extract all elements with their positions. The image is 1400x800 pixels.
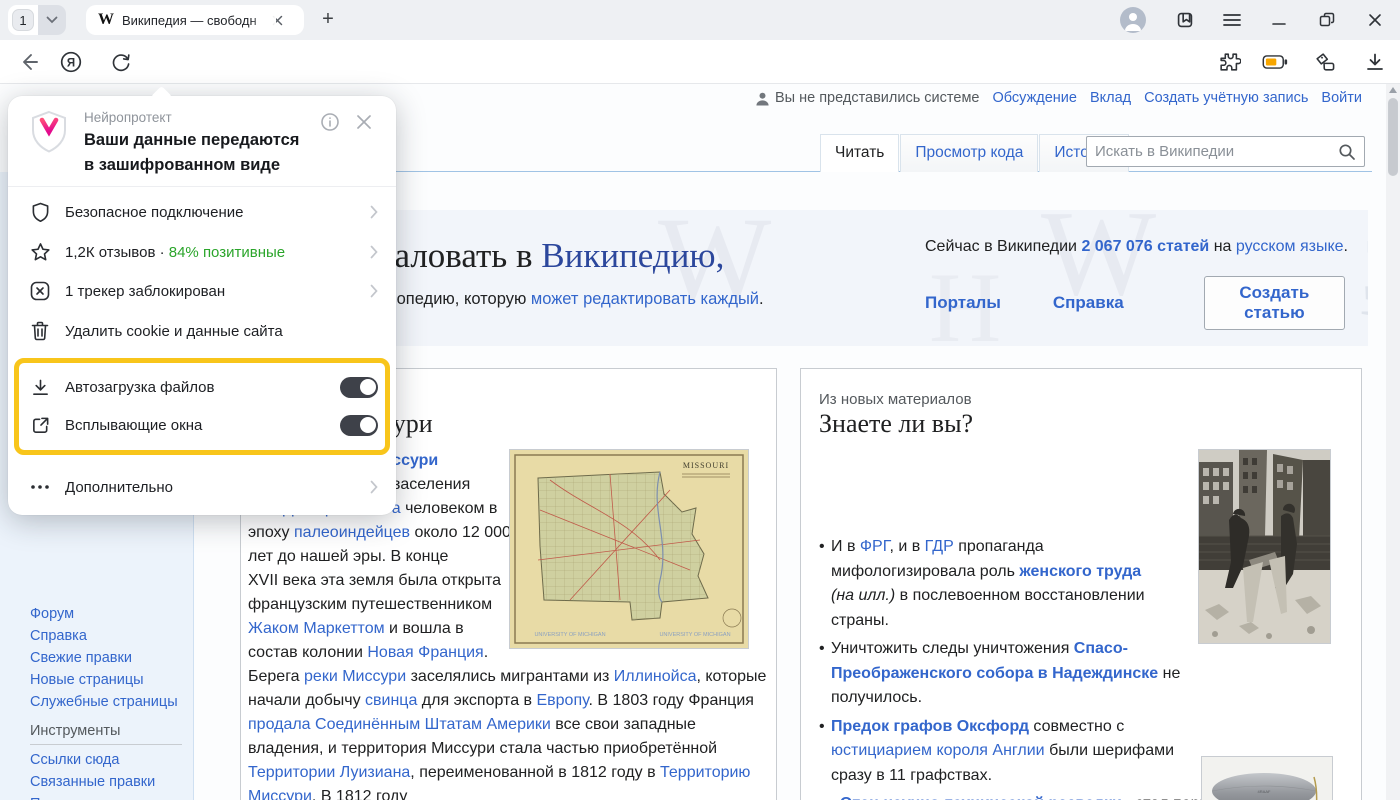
svg-text:4RAAF: 4RAAF xyxy=(1258,789,1271,794)
popup-window-icon xyxy=(31,416,50,435)
tab-counter[interactable]: 1 xyxy=(8,5,66,35)
create-article-button[interactable]: Создать статью xyxy=(1204,276,1345,330)
svg-text:UNIVERSITY OF MICHIGAN: UNIVERSITY OF MICHIGAN xyxy=(659,632,730,638)
info-icon[interactable] xyxy=(320,112,340,132)
secure-connection-row[interactable]: Безопасное подключение xyxy=(8,192,396,232)
sidebar-link[interactable]: Новые страницы xyxy=(30,672,190,689)
popup-title: Ваши данные передаютсяв зашифрованном ви… xyxy=(84,128,299,178)
sidebar-link[interactable]: Форум xyxy=(30,606,190,623)
positive-reviews-value: 84% позитивные xyxy=(169,244,285,261)
sidebar-link[interactable]: Свежие правки xyxy=(30,650,190,667)
yandex-home-icon[interactable]: Я xyxy=(58,49,84,75)
more-options-row[interactable]: Дополнительно xyxy=(8,467,396,507)
tab-read[interactable]: Читать xyxy=(820,134,899,172)
svg-text:MISSOURI: MISSOURI xyxy=(683,461,729,470)
sidebar-link[interactable]: Ссылки сюда xyxy=(30,752,190,769)
personal-link-create-account[interactable]: Создать учётную запись xyxy=(1144,90,1308,106)
tab-title-fade xyxy=(250,5,276,35)
rubble-women-photo[interactable] xyxy=(1198,449,1331,644)
autodownload-toggle[interactable] xyxy=(340,377,378,398)
article-count-line: Сейчас в Википедии 2 067 076 статей на р… xyxy=(925,238,1348,256)
tracker-blocked-icon xyxy=(30,281,50,301)
personal-link-contribs[interactable]: Вклад xyxy=(1090,90,1131,106)
window-minimize-button[interactable] xyxy=(1266,7,1292,33)
window-close-button[interactable] xyxy=(1362,7,1388,33)
page-view-tabs: Читать Просмотр кода История xyxy=(820,132,1130,172)
window-restore-button[interactable] xyxy=(1314,7,1340,33)
help-link[interactable]: Справка xyxy=(1053,293,1124,313)
tracker-blocked-row[interactable]: 1 трекер заблокирован xyxy=(8,271,396,311)
wikipedia-favicon: W xyxy=(98,11,114,29)
popups-toggle[interactable] xyxy=(340,415,378,436)
new-tab-button[interactable]: + xyxy=(316,8,340,32)
star-icon xyxy=(30,242,51,263)
tab-groups-icon[interactable] xyxy=(1312,49,1338,75)
extensions-puzzle-icon[interactable] xyxy=(1216,49,1242,75)
portals-link[interactable]: Порталы xyxy=(925,293,1001,313)
sidebar-link[interactable]: Связанные правки xyxy=(30,774,190,791)
personal-links-bar: Вы не представились системе Обсуждение В… xyxy=(755,90,1362,106)
neuroprotect-shield-icon xyxy=(28,110,70,156)
search-icon[interactable] xyxy=(1338,143,1356,161)
anon-user-note: Вы не представились системе xyxy=(755,90,980,106)
wikipedia-link[interactable]: Википедию, xyxy=(541,236,724,275)
chevron-right-icon xyxy=(370,284,378,298)
missouri-map-image[interactable]: MISSOURI UNIVERSITY OF MICHIGAN UNIVERSI… xyxy=(509,449,749,649)
user-icon xyxy=(755,91,770,106)
ellipsis-icon xyxy=(31,485,49,489)
svg-text:UNIVERSITY OF MICHIGAN: UNIVERSITY OF MICHIGAN xyxy=(534,632,605,638)
browser-titlebar: 1 W Википедия — свободн + xyxy=(0,0,1400,40)
personal-link-login[interactable]: Войти xyxy=(1321,90,1362,106)
trash-icon xyxy=(31,321,49,341)
dyk-heading: Знаете ли вы? xyxy=(819,409,973,439)
personal-link-talk[interactable]: Обсуждение xyxy=(992,90,1076,106)
reload-icon[interactable] xyxy=(108,49,134,75)
browser-toolbar: Я https://ru.wikipedia.org/wiki/Заглавна… xyxy=(0,40,1400,84)
battery-icon[interactable] xyxy=(1262,49,1288,75)
download-icon xyxy=(31,378,50,397)
tab-view-source[interactable]: Просмотр кода xyxy=(900,134,1038,172)
shield-icon xyxy=(31,202,50,223)
sidebar-panel-icon[interactable] xyxy=(1172,7,1198,33)
popup-brand: Нейропротект xyxy=(84,110,299,125)
wiki-search-input[interactable] xyxy=(1095,143,1338,160)
scrollbar-thumb[interactable] xyxy=(1388,98,1398,176)
chevron-right-icon xyxy=(370,245,378,259)
sidebar-link[interactable]: Справка xyxy=(30,628,190,645)
page-scrollbar[interactable] xyxy=(1386,84,1400,800)
sidebar-tools-header: Инструменты xyxy=(30,723,182,745)
autodownload-row[interactable]: Автозагрузка файлов xyxy=(8,367,396,407)
reviews-row[interactable]: 1,2К отзывов · 84% позитивные xyxy=(8,232,396,272)
chevron-right-icon xyxy=(370,205,378,219)
svg-text:Я: Я xyxy=(67,57,75,69)
downloads-icon[interactable] xyxy=(1362,49,1388,75)
sidebar-link[interactable]: Служебные страницы xyxy=(30,694,190,711)
dyk-label: Из новых материалов xyxy=(819,391,972,408)
did-you-know-box: Из новых материалов Знаете ли вы? И в ФР… xyxy=(800,368,1362,800)
back-button-icon[interactable] xyxy=(16,49,42,75)
wiki-search-box[interactable] xyxy=(1086,136,1365,167)
watermark-letter: Н xyxy=(1359,288,1368,346)
tab-list-chevron-icon[interactable] xyxy=(38,5,66,35)
profile-avatar[interactable] xyxy=(1120,7,1146,33)
scrollbar-up-arrow[interactable] xyxy=(1389,87,1397,93)
popup-close-icon[interactable] xyxy=(354,112,374,132)
sidebar-link[interactable]: Постоянная ссылка xyxy=(30,796,190,800)
delete-cookies-row[interactable]: Удалить cookie и данные сайта xyxy=(8,311,396,351)
browser-menu-icon[interactable] xyxy=(1219,7,1245,33)
neuroprotect-popup: Нейропротект Ваши данные передаютсяв заш… xyxy=(8,96,396,515)
dirigible-photo[interactable]: 4RAAF xyxy=(1201,756,1333,800)
chevron-right-icon xyxy=(370,480,378,494)
popup-divider xyxy=(8,186,396,187)
browser-tab[interactable]: W Википедия — свободн xyxy=(86,5,304,35)
tab-count-badge: 1 xyxy=(12,9,34,31)
popups-row[interactable]: Всплывающие окна xyxy=(8,405,396,445)
